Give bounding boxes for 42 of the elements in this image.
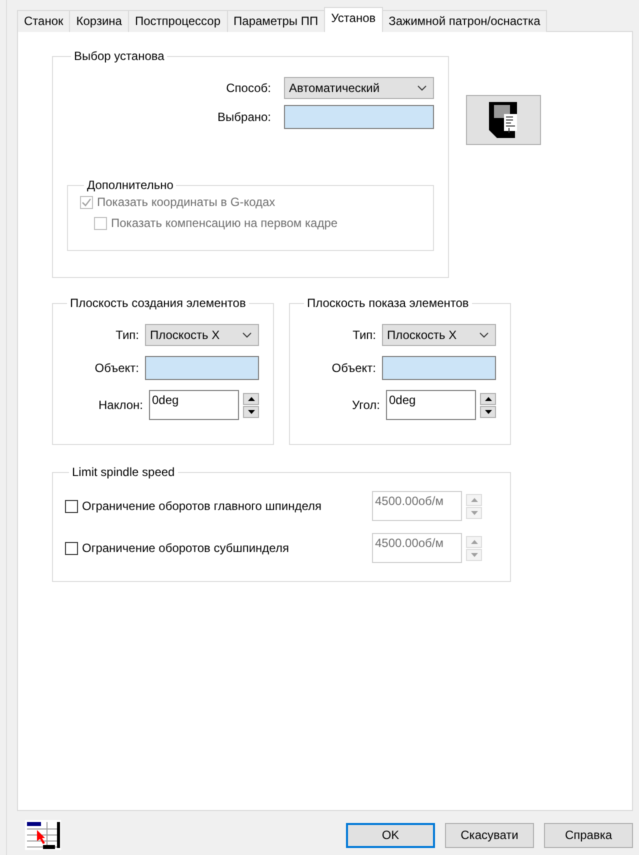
type-dropdown[interactable]: Плоскость X — [382, 324, 496, 346]
selection-field[interactable] — [284, 105, 434, 129]
table-cursor-icon[interactable] — [25, 820, 61, 850]
field-label: Объект: — [332, 361, 376, 375]
checkbox-label: Показать координаты в G-кодах — [97, 195, 276, 209]
object-field[interactable] — [145, 356, 259, 380]
checkbox-label: Ограничение оборотов субшпинделя — [82, 541, 290, 555]
chevron-icon — [479, 332, 489, 338]
angle-field[interactable]: 0deg — [386, 390, 476, 420]
tab[interactable]: Зажимной патрон/оснастка — [382, 10, 548, 32]
checkbox-label: Ограничение оборотов главного шпинделя — [82, 499, 323, 513]
select-setup-button[interactable] — [466, 95, 541, 145]
spin-buttons[interactable] — [243, 392, 259, 418]
dialog-button[interactable]: Скасувати — [445, 822, 534, 848]
field-label: Наклон: — [98, 398, 143, 412]
dialog-button[interactable]: Справка — [544, 822, 633, 848]
group-title: Дополнительно — [86, 178, 174, 192]
group-title: Плоскость создания элементов — [69, 296, 247, 310]
type-dropdown[interactable]: Плоскость X — [145, 324, 259, 346]
field-label: Объект: — [94, 361, 139, 375]
group-title: Выбор установа — [73, 49, 166, 63]
group-title: Плоскость показа элементов — [306, 296, 470, 310]
field-label: Выбрано: — [218, 110, 271, 124]
field-label: Способ: — [226, 81, 271, 95]
tab[interactable]: Корзина — [69, 10, 129, 32]
method-dropdown[interactable]: Автоматический — [284, 77, 434, 99]
tab[interactable]: Постпроцессор — [128, 10, 228, 32]
chevron-icon — [417, 85, 427, 91]
tab[interactable]: Параметры ПП — [226, 10, 326, 32]
field-label: Тип: — [352, 328, 376, 342]
angle-field[interactable]: 0deg — [149, 390, 239, 420]
spin-buttons[interactable] — [480, 392, 496, 418]
checkbox-label: Показать компенсацию на первом кадре — [111, 216, 338, 230]
chevron-icon — [242, 332, 252, 338]
field-label: Тип: — [116, 328, 139, 342]
dialog-button[interactable]: OK — [346, 822, 435, 848]
field-label: Угол: — [352, 398, 380, 412]
object-field[interactable] — [382, 356, 496, 380]
tab[interactable]: Установ — [324, 7, 383, 32]
document-icon — [488, 102, 518, 138]
tab[interactable]: Станок — [17, 10, 70, 32]
group-title: Limit spindle speed — [71, 465, 176, 479]
